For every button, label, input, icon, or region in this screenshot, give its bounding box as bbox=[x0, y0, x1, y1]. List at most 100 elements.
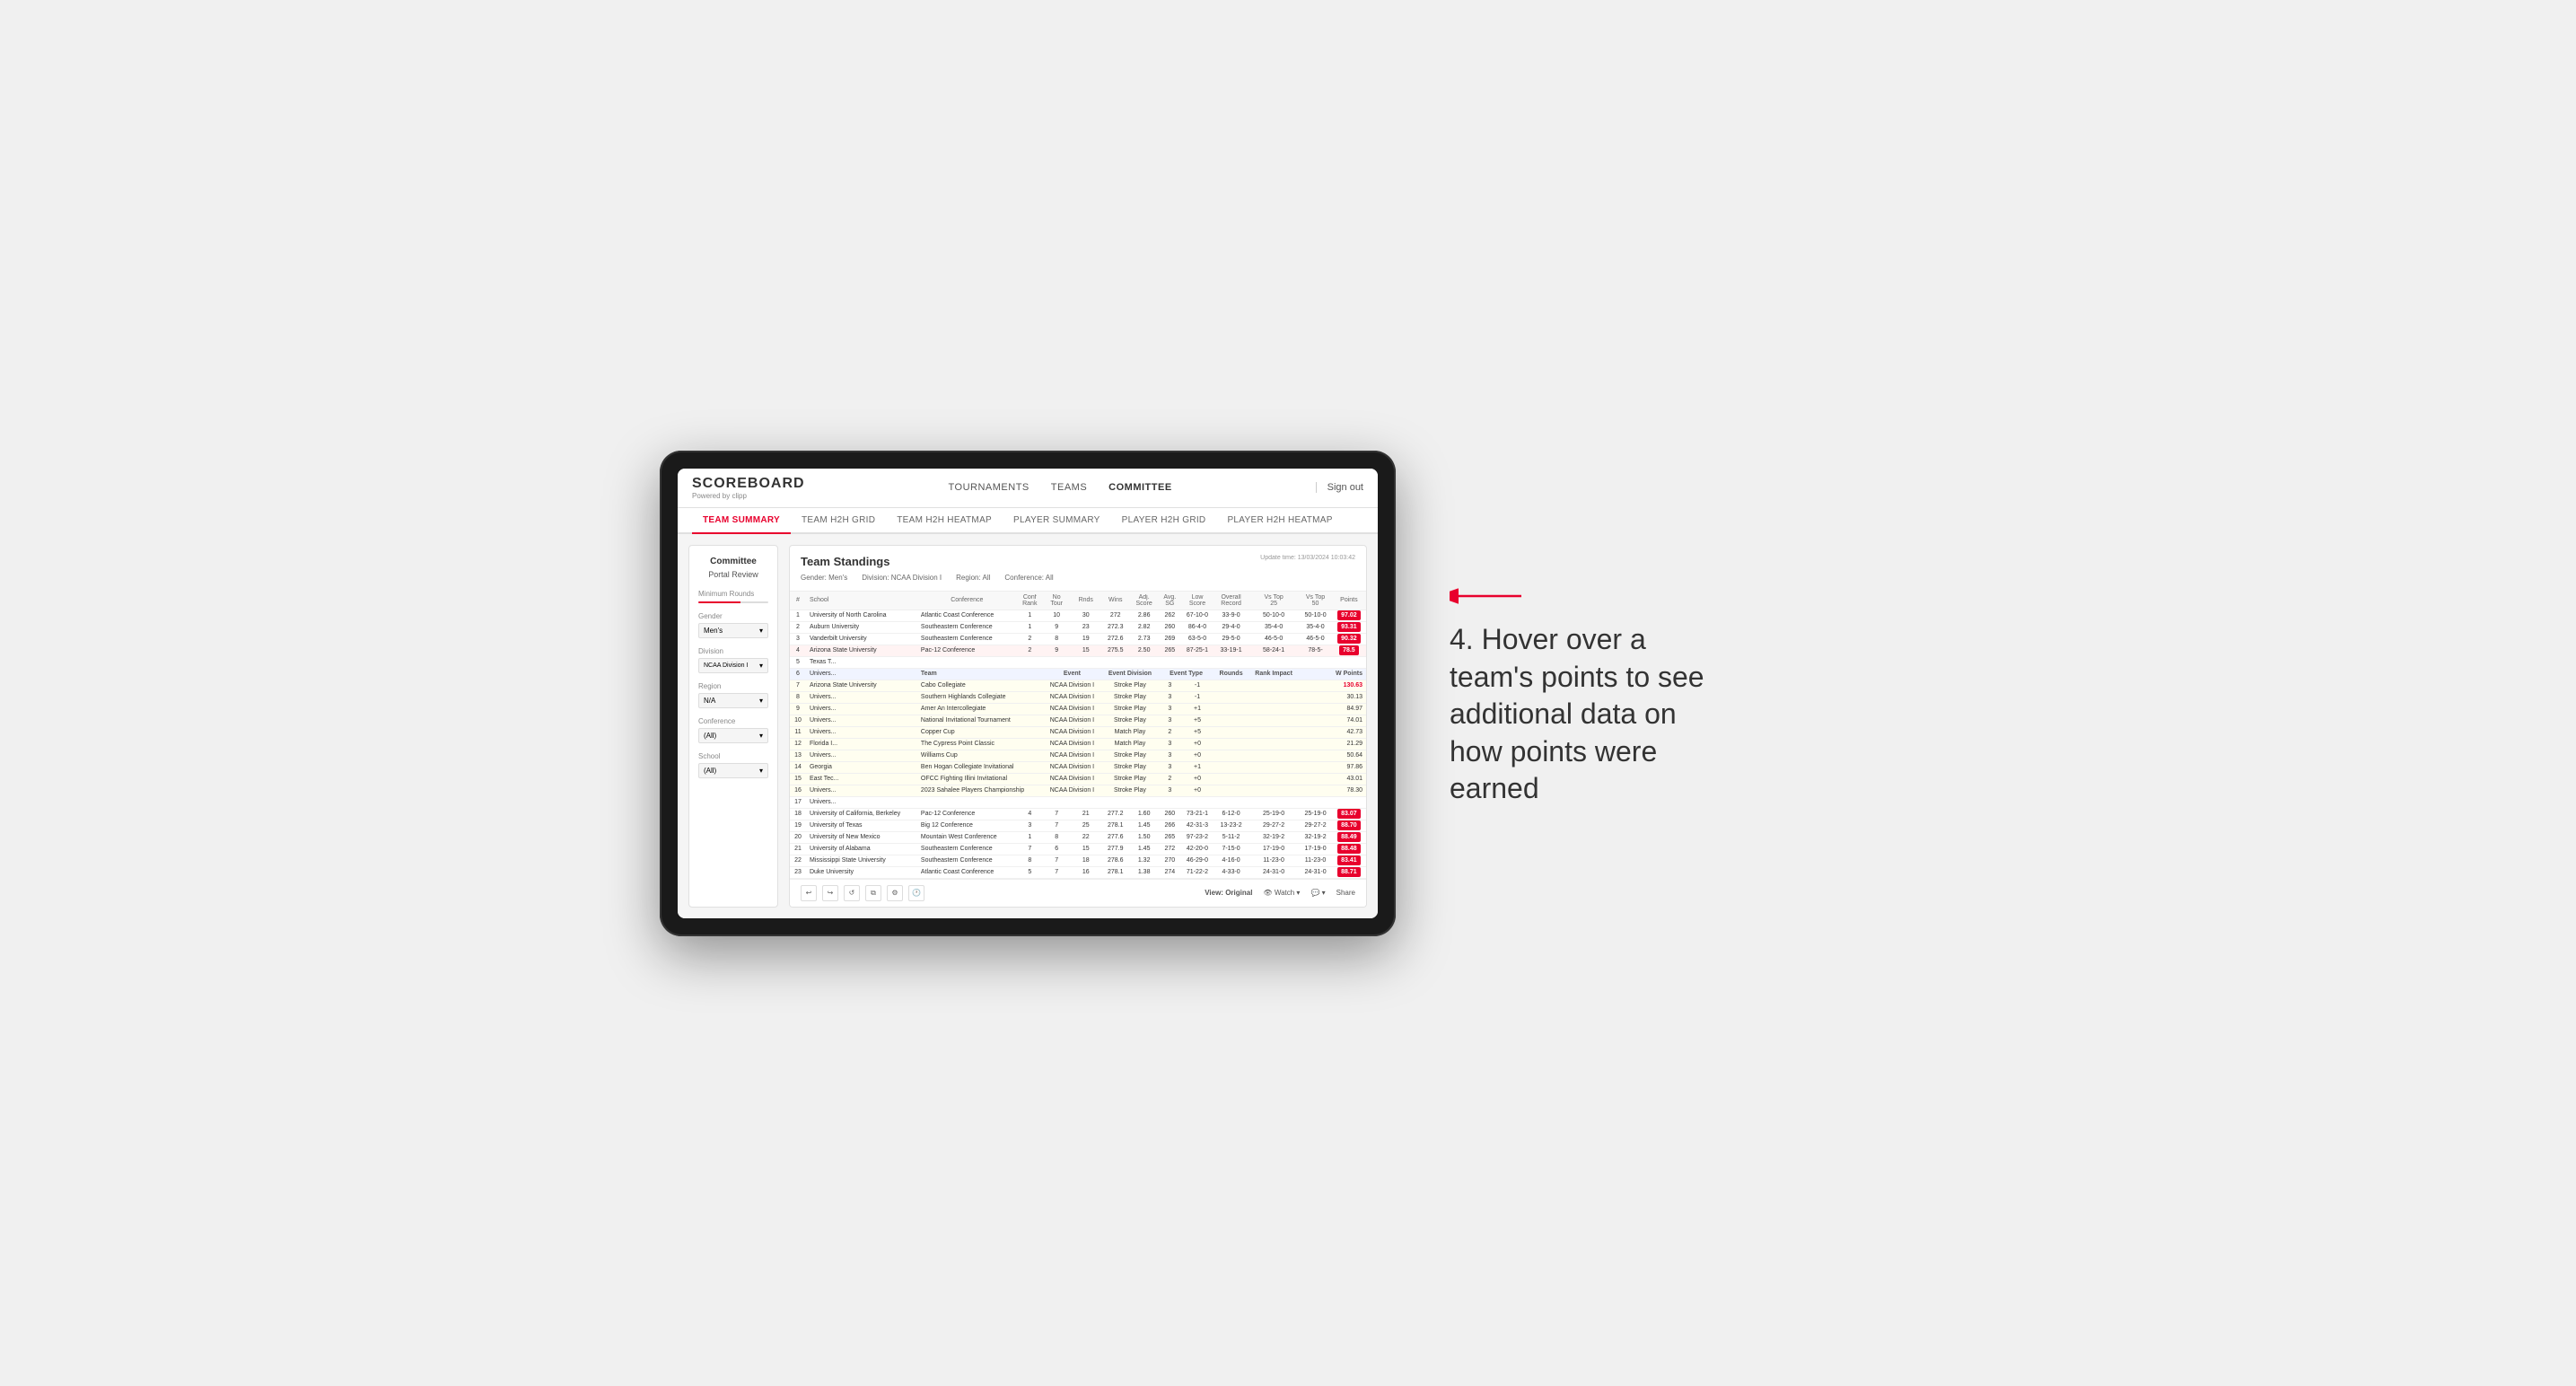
tab-player-summary[interactable]: PLAYER SUMMARY bbox=[1003, 508, 1111, 532]
event-row: 16 Univers... 2023 Sahalee Players Champ… bbox=[790, 785, 1366, 796]
refresh-button[interactable]: ↺ bbox=[844, 885, 860, 901]
col-wins: Wins bbox=[1101, 592, 1129, 610]
region-select[interactable]: N/A ▾ bbox=[698, 693, 768, 708]
filter-school-label: School bbox=[698, 752, 768, 760]
toolbar-left: ↩ ↪ ↺ ⧉ ⚙ 🕐 bbox=[801, 885, 924, 901]
min-rounds-slider[interactable] bbox=[698, 601, 768, 603]
app-header: SCOREBOARD Powered by clipp TOURNAMENTS … bbox=[678, 469, 1378, 508]
event-row: 13 Univers... Williams Cup NCAA Division… bbox=[790, 750, 1366, 761]
table-row: 17 Univers... bbox=[790, 796, 1366, 808]
toolbar-right: View: Original 👁 Watch ▾ 💬 ▾ Share bbox=[1205, 889, 1355, 897]
filter-conference: Conference (All) ▾ bbox=[698, 717, 768, 743]
event-row: 9 Univers... Amer An Intercollegiate NCA… bbox=[790, 703, 1366, 715]
feedback-button[interactable]: 💬 ▾ bbox=[1310, 889, 1325, 897]
scene: SCOREBOARD Powered by clipp TOURNAMENTS … bbox=[660, 451, 1916, 936]
logo-area: SCOREBOARD Powered by clipp bbox=[692, 476, 805, 500]
standings-scroll[interactable]: # School Conference ConfRank NoTour Rnds… bbox=[790, 592, 1366, 879]
redo-button[interactable]: ↪ bbox=[822, 885, 838, 901]
standings-title: Team Standings bbox=[801, 555, 889, 568]
tab-team-h2h-heatmap[interactable]: TEAM H2H HEATMAP bbox=[886, 508, 1003, 532]
col-conference: Conference bbox=[917, 592, 1017, 610]
app-logo: SCOREBOARD bbox=[692, 476, 805, 492]
annotation-container: 4. Hover over a team's points to see add… bbox=[1450, 578, 1737, 808]
standings-panel: Team Standings Update time: 13/03/2024 1… bbox=[789, 545, 1367, 908]
standings-meta: Gender: Men's Division: NCAA Division I … bbox=[801, 574, 1355, 582]
event-row: 15 East Tec... OFCC Fighting Illini Invi… bbox=[790, 773, 1366, 785]
table-row: 1 University of North Carolina Atlantic … bbox=[790, 610, 1366, 621]
meta-division: Division: NCAA Division I bbox=[862, 574, 942, 582]
table-row: 20 University of New Mexico Mountain Wes… bbox=[790, 831, 1366, 843]
tab-team-h2h-grid[interactable]: TEAM H2H GRID bbox=[791, 508, 886, 532]
table-row: 3 Vanderbilt University Southeastern Con… bbox=[790, 633, 1366, 645]
conference-select[interactable]: (All) ▾ bbox=[698, 728, 768, 743]
eye-icon: 👁 bbox=[1263, 889, 1272, 897]
event-row: 12 Florida I... The Cypress Point Classi… bbox=[790, 738, 1366, 750]
event-section-header: 6 Univers... Team Event Event Division E… bbox=[790, 668, 1366, 680]
nav-tournaments[interactable]: TOURNAMENTS bbox=[949, 482, 1030, 493]
table-row-highlighted: 4 Arizona State University Pac-12 Confer… bbox=[790, 645, 1366, 656]
event-row: 10 Univers... National Invitational Tour… bbox=[790, 715, 1366, 726]
division-select[interactable]: NCAA Division I ▾ bbox=[698, 658, 768, 673]
event-row: 11 Univers... Copper Cup NCAA Division I… bbox=[790, 726, 1366, 738]
table-row: 19 University of Texas Big 12 Conference… bbox=[790, 820, 1366, 831]
filter-region: Region N/A ▾ bbox=[698, 682, 768, 708]
col-school: School bbox=[806, 592, 917, 610]
annotation-text: 4. Hover over a team's points to see add… bbox=[1450, 621, 1737, 808]
portal-subtitle: Portal Review bbox=[698, 570, 768, 579]
sign-out-button[interactable]: Sign out bbox=[1316, 482, 1363, 493]
col-no-tour: NoTour bbox=[1043, 592, 1071, 610]
nav-committee[interactable]: COMMITTEE bbox=[1108, 482, 1172, 493]
chevron-down-icon: ▾ bbox=[759, 697, 763, 705]
gender-select[interactable]: Men's ▾ bbox=[698, 623, 768, 638]
tab-player-h2h-grid[interactable]: PLAYER H2H GRID bbox=[1111, 508, 1217, 532]
table-header: # School Conference ConfRank NoTour Rnds… bbox=[790, 592, 1366, 610]
left-panel: Committee Portal Review Minimum Rounds G… bbox=[688, 545, 778, 908]
meta-gender: Gender: Men's bbox=[801, 574, 847, 582]
standings-table: # School Conference ConfRank NoTour Rnds… bbox=[790, 592, 1366, 879]
undo-button[interactable]: ↩ bbox=[801, 885, 817, 901]
table-row: 5 Texas T... bbox=[790, 656, 1366, 668]
clock-button[interactable]: 🕐 bbox=[908, 885, 924, 901]
col-vs25: Vs Top25 bbox=[1249, 592, 1299, 610]
event-row: 8 Univers... Southern Highlands Collegia… bbox=[790, 691, 1366, 703]
table-row: 18 University of California, Berkeley Pa… bbox=[790, 808, 1366, 820]
update-time: Update time: 13/03/2024 10:03:42 bbox=[1260, 555, 1355, 561]
tablet-device: SCOREBOARD Powered by clipp TOURNAMENTS … bbox=[660, 451, 1396, 936]
event-row: 7 Arizona State University Cabo Collegia… bbox=[790, 680, 1366, 691]
nav-teams[interactable]: TEAMS bbox=[1051, 482, 1087, 493]
red-arrow-icon bbox=[1450, 578, 1521, 614]
standings-header: Team Standings Update time: 13/03/2024 1… bbox=[790, 546, 1366, 592]
col-vs50: Vs Top50 bbox=[1299, 592, 1332, 610]
view-toggle[interactable]: View: Original bbox=[1205, 889, 1252, 897]
portal-title: Committee bbox=[698, 557, 768, 566]
table-row: 21 University of Alabama Southeastern Co… bbox=[790, 843, 1366, 855]
filter-conference-label: Conference bbox=[698, 717, 768, 725]
tablet-screen: SCOREBOARD Powered by clipp TOURNAMENTS … bbox=[678, 469, 1378, 918]
filter-region-label: Region bbox=[698, 682, 768, 690]
table-row: 23 Duke University Atlantic Coast Confer… bbox=[790, 866, 1366, 878]
share-button[interactable]: Share bbox=[1336, 889, 1355, 897]
filter-min-rounds: Minimum Rounds bbox=[698, 590, 768, 603]
app-logo-sub: Powered by clipp bbox=[692, 492, 805, 500]
table-row: 2 Auburn University Southeastern Confere… bbox=[790, 621, 1366, 633]
event-row: 14 Georgia Ben Hogan Collegiate Invitati… bbox=[790, 761, 1366, 773]
meta-conference: Conference: All bbox=[1004, 574, 1053, 582]
col-overall: OverallRecord bbox=[1214, 592, 1249, 610]
copy-button[interactable]: ⧉ bbox=[865, 885, 881, 901]
filter-division: Division NCAA Division I ▾ bbox=[698, 647, 768, 673]
col-low-score: LowScore bbox=[1181, 592, 1214, 610]
tab-player-h2h-heatmap[interactable]: PLAYER H2H HEATMAP bbox=[1216, 508, 1343, 532]
table-row: 22 Mississippi State University Southeas… bbox=[790, 855, 1366, 866]
settings-button[interactable]: ⚙ bbox=[887, 885, 903, 901]
chevron-down-icon: ▾ bbox=[759, 732, 763, 740]
filter-gender: Gender Men's ▾ bbox=[698, 612, 768, 638]
toolbar: ↩ ↪ ↺ ⧉ ⚙ 🕐 View: Original 👁 Watch ▾ bbox=[790, 879, 1366, 907]
col-adj-score: Adj.Score bbox=[1129, 592, 1158, 610]
school-select[interactable]: (All) ▾ bbox=[698, 763, 768, 778]
tab-team-summary[interactable]: TEAM SUMMARY bbox=[692, 508, 791, 534]
meta-region: Region: All bbox=[956, 574, 990, 582]
main-content: Committee Portal Review Minimum Rounds G… bbox=[678, 534, 1378, 918]
watch-button[interactable]: 👁 Watch ▾ bbox=[1263, 889, 1300, 897]
chevron-down-icon: ▾ bbox=[759, 627, 763, 635]
col-rank: # bbox=[790, 592, 806, 610]
